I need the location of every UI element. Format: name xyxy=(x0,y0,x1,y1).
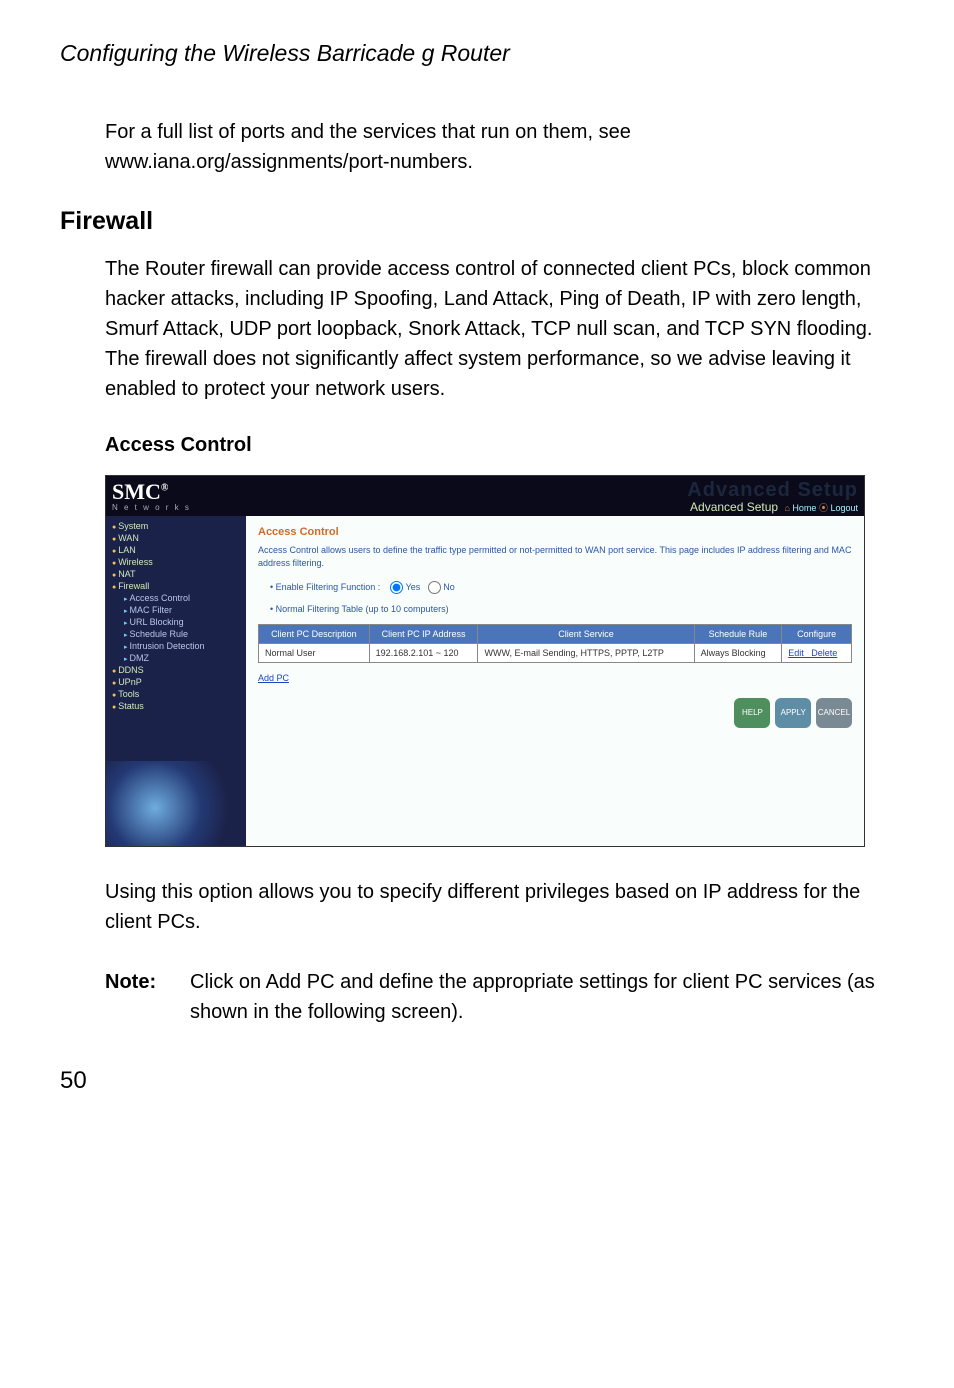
sidebar-item-tools[interactable]: Tools xyxy=(106,688,246,700)
radio-yes[interactable] xyxy=(390,581,403,594)
home-icon: ⌂ xyxy=(784,503,789,513)
topbar-right: Advanced Setup Advanced Setup ⌂ Home ⦿ L… xyxy=(687,479,858,514)
help-button[interactable]: HELP xyxy=(734,698,770,728)
sidebar-nav: System WAN LAN Wireless NAT Firewall Acc… xyxy=(106,516,246,846)
sidebar-item-status[interactable]: Status xyxy=(106,700,246,712)
th-service: Client Service xyxy=(478,625,694,644)
radio-no-label: No xyxy=(443,582,455,592)
sidebar-item-firewall[interactable]: Firewall xyxy=(106,580,246,592)
cell-desc: Normal User xyxy=(259,644,370,663)
sidebar-item-ddns[interactable]: DDNS xyxy=(106,664,246,676)
sidebar-item-upnp[interactable]: UPnP xyxy=(106,676,246,688)
table-caption: Normal Filtering Table (up to 10 compute… xyxy=(270,604,852,614)
radio-no[interactable] xyxy=(428,581,441,594)
table-header-row: Client PC Description Client PC IP Addre… xyxy=(259,625,852,644)
sidebar-item-wireless[interactable]: Wireless xyxy=(106,556,246,568)
note-row: Note: Click on Add PC and define the app… xyxy=(105,967,894,1027)
th-configure: Configure xyxy=(782,625,852,644)
cell-rule: Always Blocking xyxy=(694,644,782,663)
sidebar-item-intrusion-detection[interactable]: Intrusion Detection xyxy=(106,640,246,652)
button-row: HELP APPLY CANCEL xyxy=(258,698,852,728)
smc-logo: SMC® xyxy=(112,481,191,503)
below-paragraph: Using this option allows you to specify … xyxy=(105,877,894,937)
enable-filtering-label: Enable Filtering Function : xyxy=(276,582,381,592)
access-control-heading: Access Control xyxy=(105,434,894,457)
sidebar-item-lan[interactable]: LAN xyxy=(106,544,246,556)
firewall-heading: Firewall xyxy=(60,207,894,236)
add-pc-link[interactable]: Add PC xyxy=(258,673,289,683)
sidebar-item-schedule-rule[interactable]: Schedule Rule xyxy=(106,628,246,640)
delete-link[interactable]: Delete xyxy=(811,648,837,658)
router-admin-screenshot: SMC® N e t w o r k s Advanced Setup Adva… xyxy=(105,475,865,847)
note-text: Click on Add PC and define the appropria… xyxy=(190,967,894,1027)
page-number: 50 xyxy=(60,1067,894,1095)
logo-reg: ® xyxy=(161,482,168,493)
home-link[interactable]: Home xyxy=(792,503,816,513)
sidebar-item-nat[interactable]: NAT xyxy=(106,568,246,580)
panel-description: Access Control allows users to define th… xyxy=(258,544,852,569)
advanced-setup-label: Advanced Setup xyxy=(687,500,781,514)
apply-button[interactable]: APPLY xyxy=(775,698,811,728)
sidebar-item-access-control[interactable]: Access Control xyxy=(106,592,246,604)
logout-icon: ⦿ xyxy=(819,503,828,513)
sidebar-item-mac-filter[interactable]: MAC Filter xyxy=(106,604,246,616)
topbar-advanced-row: Advanced Setup ⌂ Home ⦿ Logout xyxy=(687,500,858,514)
logo-subtext: N e t w o r k s xyxy=(112,503,191,512)
cancel-button[interactable]: CANCEL xyxy=(816,698,852,728)
radio-yes-label: Yes xyxy=(406,582,421,592)
note-label: Note: xyxy=(105,967,190,1027)
sidebar-item-wan[interactable]: WAN xyxy=(106,532,246,544)
intro-paragraph: For a full list of ports and the service… xyxy=(105,117,894,177)
cell-service: WWW, E-mail Sending, HTTPS, PPTP, L2TP xyxy=(478,644,694,663)
sidebar-item-url-blocking[interactable]: URL Blocking xyxy=(106,616,246,628)
content-panel: Access Control Access Control allows use… xyxy=(246,516,864,846)
panel-title: Access Control xyxy=(258,526,852,538)
th-ip: Client PC IP Address xyxy=(369,625,478,644)
topbar: SMC® N e t w o r k s Advanced Setup Adva… xyxy=(106,476,864,516)
sidebar-item-system[interactable]: System xyxy=(106,520,246,532)
sidebar-item-dmz[interactable]: DMZ xyxy=(106,652,246,664)
brand-block: SMC® N e t w o r k s xyxy=(112,481,191,512)
sidebar-decor-image xyxy=(106,761,246,846)
th-desc: Client PC Description xyxy=(259,625,370,644)
doc-header: Configuring the Wireless Barricade g Rou… xyxy=(60,40,894,67)
edit-link[interactable]: Edit xyxy=(788,648,804,658)
admin-body: System WAN LAN Wireless NAT Firewall Acc… xyxy=(106,516,864,846)
table-row: Normal User 192.168.2.101 ~ 120 WWW, E-m… xyxy=(259,644,852,663)
th-rule: Schedule Rule xyxy=(694,625,782,644)
enable-filtering-row: Enable Filtering Function : Yes No xyxy=(270,581,852,594)
logout-link[interactable]: Logout xyxy=(830,503,858,513)
logo-text: SMC xyxy=(112,479,161,504)
cell-ip: 192.168.2.101 ~ 120 xyxy=(369,644,478,663)
filtering-table: Client PC Description Client PC IP Addre… xyxy=(258,624,852,663)
cell-configure: Edit Delete xyxy=(782,644,852,663)
topbar-faint-title: Advanced Setup xyxy=(687,479,858,502)
firewall-paragraph: The Router firewall can provide access c… xyxy=(105,254,894,404)
